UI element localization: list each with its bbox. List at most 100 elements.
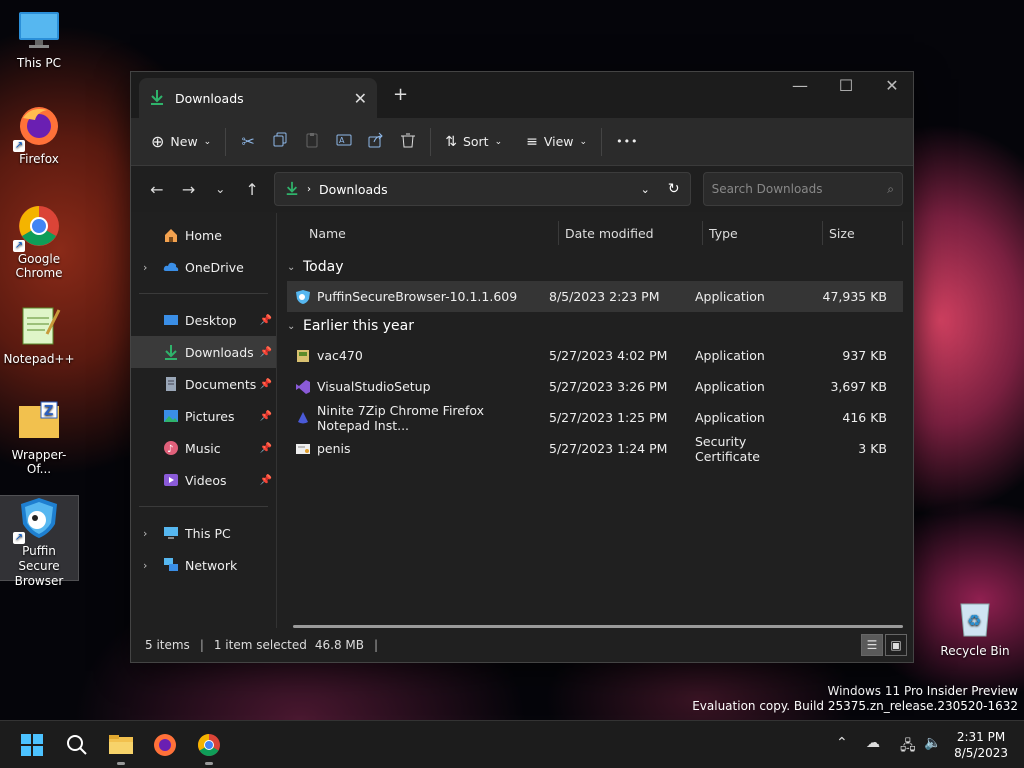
desktop-icon-label: Firefox: [19, 152, 59, 166]
desktop-icon-recycle-bin[interactable]: ♻ Recycle Bin: [936, 596, 1014, 662]
file-date: 5/27/2023 4:02 PM: [549, 348, 668, 363]
tiles-view-icon: ▣: [890, 638, 902, 652]
address-history-chevron-icon[interactable]: ⌄: [641, 183, 650, 196]
search-box[interactable]: ⌕: [702, 172, 904, 206]
group-title: Earlier this year: [303, 318, 415, 334]
view-button[interactable]: ≡ View ⌄: [518, 126, 595, 158]
desktop-icon-puffin[interactable]: ↗ Puffin Secure Browser: [0, 495, 79, 588]
file-date: 5/27/2023 3:26 PM: [549, 379, 668, 394]
status-size: 46.8 MB: [314, 638, 365, 652]
sidebar-item-music[interactable]: ♪ Music 📌: [131, 432, 276, 464]
desktop-icon-wrapper[interactable]: Z Wrapper-Of...: [0, 400, 78, 476]
sidebar-item-pictures[interactable]: Pictures 📌: [131, 400, 276, 432]
table-row[interactable]: vac470 5/27/2023 4:02 PM Application 937…: [287, 340, 903, 371]
pin-icon: 📌: [259, 314, 272, 326]
maximize-button[interactable]: ☐: [823, 76, 869, 95]
breadcrumb-downloads[interactable]: Downloads: [319, 182, 641, 197]
svg-text:A: A: [339, 136, 345, 145]
sidebar-item-desktop[interactable]: Desktop 📌: [131, 304, 276, 336]
taskbar-firefox[interactable]: [148, 729, 182, 763]
sidebar-item-label: This PC: [185, 525, 231, 541]
pin-icon: 📌: [259, 378, 272, 390]
network-status-icon[interactable]: 🖧: [900, 735, 916, 759]
table-row[interactable]: VisualStudioSetup 5/27/2023 3:26 PM Appl…: [287, 371, 903, 402]
sidebar-divider: [139, 293, 268, 294]
column-header-type[interactable]: Type: [703, 221, 823, 245]
new-tab-button[interactable]: +: [393, 84, 408, 105]
table-row[interactable]: penis 5/27/2023 1:24 PM Security Certifi…: [287, 433, 903, 464]
up-button[interactable]: ↑: [236, 180, 268, 199]
chevron-right-icon[interactable]: ›: [143, 527, 147, 540]
svg-text:Z: Z: [44, 404, 53, 419]
delete-button[interactable]: [392, 126, 424, 158]
desktop-icon-label: Notepad++: [3, 352, 75, 366]
group-header-today[interactable]: ⌄ Today: [287, 253, 903, 281]
paste-button[interactable]: [296, 126, 328, 158]
desktop-icon-firefox[interactable]: ↗ Firefox: [0, 104, 78, 174]
recent-locations-button[interactable]: ⌄: [204, 182, 236, 196]
tab-close-icon[interactable]: ✕: [354, 89, 367, 108]
sidebar-item-videos[interactable]: Videos 📌: [131, 464, 276, 496]
file-type: Application: [695, 348, 765, 363]
table-row[interactable]: PuffinSecureBrowser-10.1.1.609 8/5/2023 …: [287, 281, 903, 312]
file-size: 937 KB: [842, 348, 887, 363]
taskbar-file-explorer[interactable]: [104, 729, 138, 765]
chevron-right-icon[interactable]: ›: [143, 559, 147, 572]
status-selected: 1 item selected: [213, 638, 307, 652]
rename-button[interactable]: A: [328, 126, 360, 158]
search-input[interactable]: [711, 182, 888, 196]
notepadpp-icon: [17, 304, 61, 348]
chevron-right-icon[interactable]: ›: [143, 261, 147, 274]
sidebar-item-home[interactable]: Home: [131, 219, 276, 251]
volume-icon[interactable]: 🔈: [924, 735, 941, 751]
details-view-button[interactable]: ☰: [861, 634, 883, 656]
pin-icon: 📌: [259, 474, 272, 486]
desktop-icon-chrome[interactable]: ↗ Google Chrome: [0, 204, 78, 286]
sort-button[interactable]: ⇅ Sort ⌄: [437, 126, 510, 158]
toolbar-divider: [225, 127, 227, 156]
sidebar-item-this-pc[interactable]: › This PC: [131, 517, 276, 549]
table-row[interactable]: Ninite 7Zip Chrome Firefox Notepad Inst.…: [287, 402, 903, 433]
column-header-size[interactable]: Size: [823, 221, 903, 245]
show-hidden-icons-button[interactable]: ⌃: [836, 735, 848, 751]
video-icon: [163, 472, 179, 488]
forward-button[interactable]: →: [173, 180, 205, 199]
cloud-offline-icon[interactable]: ☁: [866, 735, 880, 751]
new-button[interactable]: ⊕ New ⌄: [143, 126, 219, 158]
column-header-date[interactable]: Date modified: [559, 221, 703, 245]
back-button[interactable]: ←: [141, 180, 173, 199]
address-bar[interactable]: › Downloads ⌄ ↻: [273, 172, 691, 206]
sidebar-item-downloads[interactable]: Downloads 📌: [131, 336, 276, 368]
refresh-icon[interactable]: ↻: [668, 181, 680, 197]
group-header-earlier-this-year[interactable]: ⌄ Earlier this year: [287, 312, 903, 340]
search-taskbar-button[interactable]: [60, 729, 94, 763]
sidebar-item-documents[interactable]: Documents 📌: [131, 368, 276, 400]
tiles-view-button[interactable]: ▣: [885, 634, 907, 656]
sidebar-item-onedrive[interactable]: › OneDrive: [131, 251, 276, 283]
desktop-icon-notepadpp[interactable]: Notepad++: [0, 304, 78, 370]
breadcrumb-chevron-icon: ›: [306, 183, 311, 195]
chevron-down-icon: ⌄: [287, 320, 296, 332]
title-bar[interactable]: Downloads ✕ + — ☐ ✕: [131, 72, 913, 118]
desktop-icon-label: Puffin Secure Browser: [14, 544, 64, 588]
minimize-button[interactable]: —: [777, 76, 823, 95]
desktop-icon-this-pc[interactable]: This PC: [0, 8, 78, 78]
taskbar-chrome[interactable]: [192, 729, 226, 765]
pin-icon: 📌: [259, 410, 272, 422]
firefox-icon: ↗: [13, 104, 61, 152]
clock[interactable]: 2:31 PM 8/5/2023: [954, 729, 1008, 761]
music-icon: ♪: [163, 440, 179, 456]
more-options-button[interactable]: •••: [608, 126, 646, 158]
share-button[interactable]: [360, 126, 392, 158]
start-button[interactable]: [15, 729, 49, 763]
installer-app-icon: [295, 348, 311, 364]
cut-button[interactable]: ✂: [232, 126, 264, 158]
column-header-name[interactable]: Name: [287, 221, 559, 245]
desktop-icon-label: Recycle Bin: [940, 644, 1010, 658]
sidebar-item-label: Pictures: [185, 408, 235, 424]
sidebar-item-network[interactable]: › Network: [131, 549, 276, 581]
ellipsis-icon: •••: [616, 135, 639, 148]
tab-downloads[interactable]: Downloads ✕: [139, 78, 377, 118]
copy-button[interactable]: [264, 126, 296, 158]
close-window-button[interactable]: ✕: [869, 76, 915, 95]
